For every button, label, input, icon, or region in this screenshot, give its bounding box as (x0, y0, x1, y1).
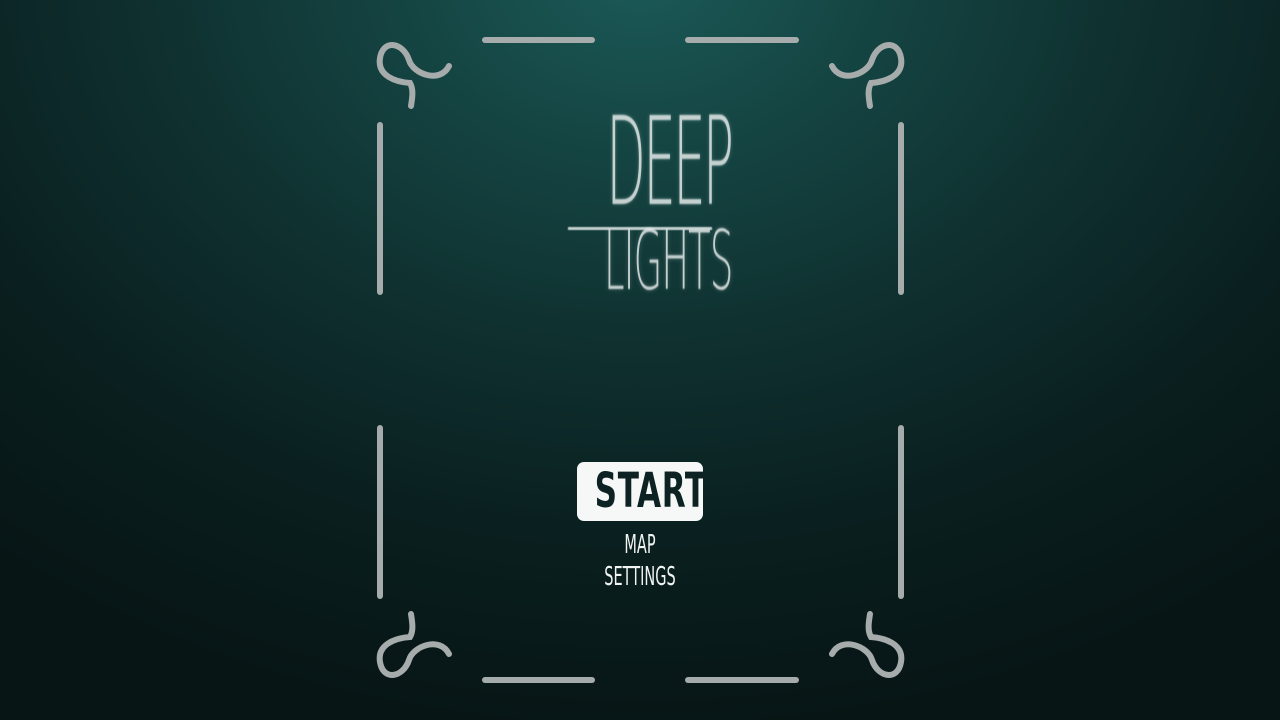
swirl-ornament-icon (376, 611, 452, 678)
logo-title-line2: LIGHTS (604, 214, 733, 309)
main-menu: START MAP SETTINGS (540, 462, 740, 593)
swirl-ornament-icon (376, 42, 452, 109)
settings-button-label: SETTINGS (604, 562, 676, 592)
logo-title-line1: DEEP (606, 91, 734, 233)
start-button-label: START (594, 463, 703, 519)
swirl-ornament-icon (829, 611, 905, 678)
start-button[interactable]: START (577, 462, 703, 521)
map-button[interactable]: MAP (540, 521, 740, 560)
map-button-label: MAP (624, 530, 656, 560)
swirl-ornament-icon (829, 42, 905, 109)
game-logo: DEEP LIGHTS (560, 91, 734, 309)
settings-button[interactable]: SETTINGS (540, 557, 740, 593)
